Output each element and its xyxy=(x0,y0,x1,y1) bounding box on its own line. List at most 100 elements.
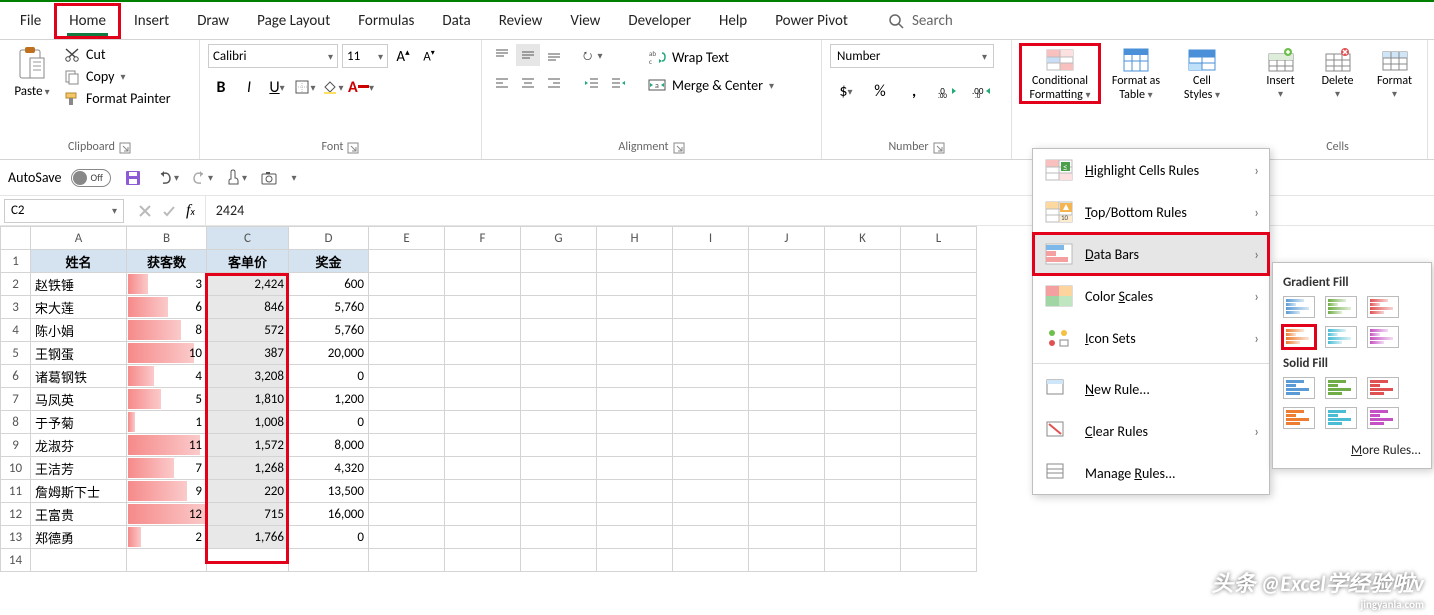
row-header[interactable]: 6 xyxy=(1,365,31,388)
cell[interactable]: 赵铁锤 xyxy=(31,273,127,296)
cell[interactable]: 16,000 xyxy=(289,503,369,526)
cell[interactable]: 2,424 xyxy=(207,273,289,296)
font-color-button[interactable]: A▾ xyxy=(348,74,374,100)
tab-help[interactable]: Help xyxy=(705,4,761,38)
row-header[interactable]: 14 xyxy=(1,549,31,572)
dialog-launcher-icon[interactable] xyxy=(933,142,945,154)
cell[interactable]: 2 xyxy=(127,526,207,549)
databar-gradient-purple[interactable] xyxy=(1367,326,1399,348)
databar-solid-blue[interactable] xyxy=(1283,377,1315,399)
font-size-combo[interactable]: 11▾ xyxy=(342,44,388,68)
name-box[interactable]: C2▾ xyxy=(4,199,124,223)
cell[interactable]: 詹姆斯下士 xyxy=(31,480,127,503)
underline-button[interactable]: U▾ xyxy=(264,74,290,100)
databar-gradient-green[interactable] xyxy=(1325,296,1357,318)
header-cell[interactable]: 姓名 xyxy=(31,250,127,273)
tab-view[interactable]: View xyxy=(556,4,614,38)
italic-button[interactable]: I xyxy=(236,74,262,100)
col-header-B[interactable]: B xyxy=(127,227,207,250)
menu-new-rule[interactable]: New Rule... xyxy=(1033,368,1269,410)
align-center-button[interactable] xyxy=(516,72,540,94)
cell[interactable]: 0 xyxy=(289,526,369,549)
col-header-J[interactable]: J xyxy=(749,227,825,250)
cell[interactable]: 220 xyxy=(207,480,289,503)
tab-file[interactable]: File xyxy=(6,4,55,38)
tab-formulas[interactable]: Formulas xyxy=(344,4,428,38)
cell[interactable]: 1,268 xyxy=(207,457,289,480)
cell[interactable]: 8 xyxy=(127,319,207,342)
cell[interactable]: 1,766 xyxy=(207,526,289,549)
format-cells-button[interactable]: Format▾ xyxy=(1370,44,1419,100)
databar-solid-purple[interactable] xyxy=(1367,407,1399,429)
wrap-text-button[interactable]: abc Wrap Text xyxy=(648,46,774,68)
cell[interactable]: 4 xyxy=(127,365,207,388)
cell[interactable]: 12 xyxy=(127,503,207,526)
align-left-button[interactable] xyxy=(490,72,514,94)
more-rules-link[interactable]: More Rules... xyxy=(1283,437,1421,458)
cell[interactable]: 5,760 xyxy=(289,296,369,319)
enter-icon[interactable] xyxy=(162,204,176,218)
col-header-H[interactable]: H xyxy=(597,227,673,250)
dialog-launcher-icon[interactable] xyxy=(347,142,359,154)
cell[interactable]: 1,008 xyxy=(207,411,289,434)
undo-button[interactable]: ▾ xyxy=(155,166,179,190)
menu-color-scales[interactable]: Color Scales › xyxy=(1033,275,1269,317)
increase-decimal-button[interactable]: .0.00 xyxy=(932,78,964,104)
cell[interactable]: 3,208 xyxy=(207,365,289,388)
paste-button[interactable]: Paste▾ xyxy=(8,44,56,99)
font-name-combo[interactable]: Calibri▾ xyxy=(208,44,338,68)
header-cell[interactable]: 获客数 xyxy=(127,250,207,273)
dialog-launcher-icon[interactable] xyxy=(673,142,685,154)
accounting-format-button[interactable]: $▾ xyxy=(830,78,862,104)
cell-styles-button[interactable]: CellStyles ▾ xyxy=(1172,44,1232,103)
qat-customize-button[interactable]: ▾ xyxy=(291,171,296,184)
autosave-toggle[interactable]: Off xyxy=(71,169,111,187)
cell[interactable]: 6 xyxy=(127,296,207,319)
delete-cells-button[interactable]: Delete▾ xyxy=(1313,44,1362,100)
cell[interactable]: 1,810 xyxy=(207,388,289,411)
header-cell[interactable]: 客单价 xyxy=(207,250,289,273)
save-button[interactable] xyxy=(121,166,145,190)
row-header[interactable]: 12 xyxy=(1,503,31,526)
menu-clear-rules[interactable]: Clear Rules › xyxy=(1033,410,1269,452)
align-bottom-button[interactable] xyxy=(542,44,566,66)
cell[interactable]: 王富贵 xyxy=(31,503,127,526)
select-all-cell[interactable] xyxy=(1,227,31,250)
row-header[interactable]: 13 xyxy=(1,526,31,549)
databar-gradient-orange[interactable] xyxy=(1283,326,1315,348)
cell[interactable]: 846 xyxy=(207,296,289,319)
cell[interactable]: 1,572 xyxy=(207,434,289,457)
cell[interactable]: 3 xyxy=(127,273,207,296)
tab-power-pivot[interactable]: Power Pivot xyxy=(761,4,862,38)
row-header[interactable]: 5 xyxy=(1,342,31,365)
insert-cells-button[interactable]: Insert▾ xyxy=(1256,44,1305,100)
menu-data-bars[interactable]: Data Bars › xyxy=(1033,233,1269,275)
row-header[interactable]: 7 xyxy=(1,388,31,411)
row-header[interactable]: 9 xyxy=(1,434,31,457)
fx-button[interactable]: fx xyxy=(186,202,195,220)
row-header[interactable]: 3 xyxy=(1,296,31,319)
merge-center-button[interactable]: a Merge & Center ▾ xyxy=(648,74,774,96)
format-as-table-button[interactable]: Format asTable ▾ xyxy=(1106,44,1166,103)
cancel-icon[interactable] xyxy=(138,204,152,218)
cut-button[interactable]: Cut xyxy=(64,46,171,63)
cell[interactable]: 572 xyxy=(207,319,289,342)
cell[interactable]: 11 xyxy=(127,434,207,457)
cell[interactable]: 0 xyxy=(289,411,369,434)
cell[interactable]: 宋大莲 xyxy=(31,296,127,319)
databar-solid-lightblue[interactable] xyxy=(1325,407,1357,429)
increase-font-button[interactable]: A▴ xyxy=(392,47,414,66)
col-header-L[interactable]: L xyxy=(901,227,977,250)
align-middle-button[interactable] xyxy=(516,44,540,66)
align-top-button[interactable] xyxy=(490,44,514,66)
col-header-A[interactable]: A xyxy=(31,227,127,250)
percent-button[interactable]: % xyxy=(864,78,896,104)
cell[interactable]: 陈小娟 xyxy=(31,319,127,342)
tab-home[interactable]: Home xyxy=(55,4,120,38)
tab-page-layout[interactable]: Page Layout xyxy=(243,4,344,38)
cell[interactable]: 郑德勇 xyxy=(31,526,127,549)
tab-draw[interactable]: Draw xyxy=(183,4,243,38)
cell[interactable]: 王钢蛋 xyxy=(31,342,127,365)
cell[interactable]: 715 xyxy=(207,503,289,526)
cell[interactable]: 387 xyxy=(207,342,289,365)
